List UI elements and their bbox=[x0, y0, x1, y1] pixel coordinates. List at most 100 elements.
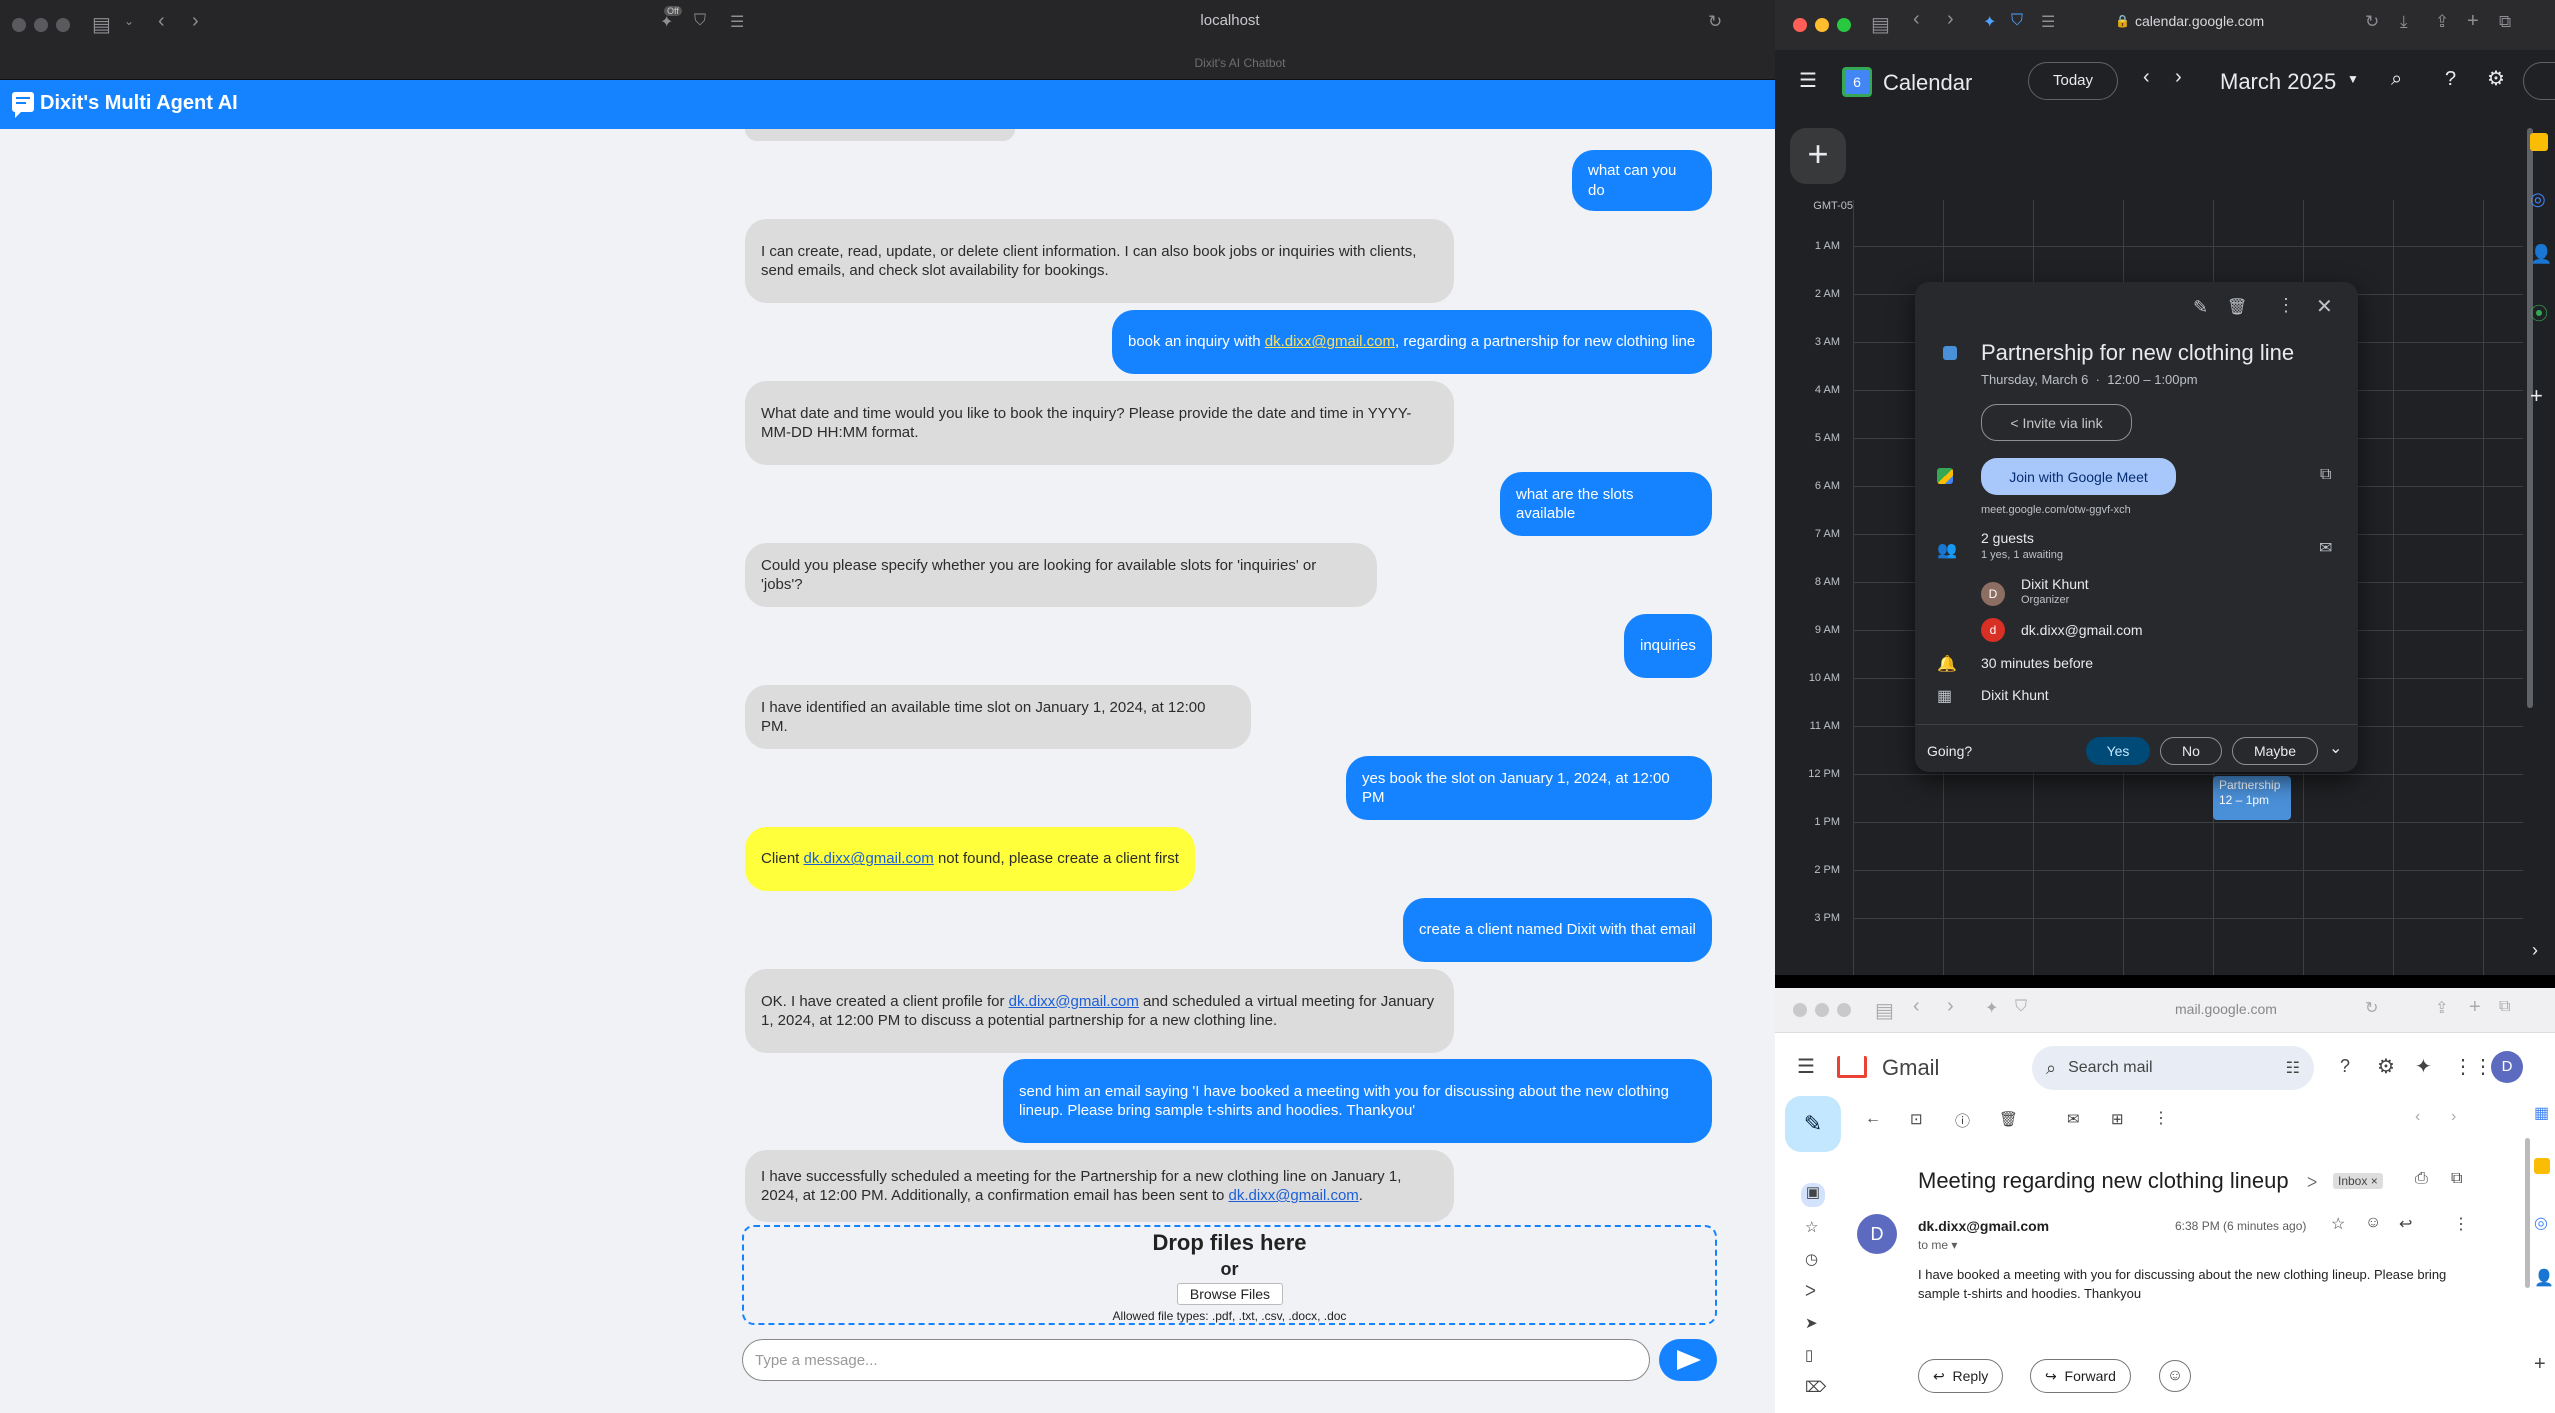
delete-icon[interactable]: 🗑 bbox=[2227, 297, 2247, 317]
rsvp-maybe-button[interactable]: Maybe bbox=[2232, 737, 2318, 765]
add-addon-icon[interactable]: + bbox=[2534, 1353, 2546, 1376]
mark-unread-icon[interactable]: ✉ bbox=[2067, 1110, 2080, 1128]
label-icon[interactable]: ⌦ bbox=[1805, 1378, 1826, 1396]
avatar[interactable]: D bbox=[2491, 1051, 2523, 1083]
forward-icon[interactable]: › bbox=[192, 10, 199, 33]
chat-bubble-bot: Could you please specify whether you are… bbox=[745, 543, 1377, 607]
join-google-meet-button[interactable]: Join with Google Meet bbox=[1981, 458, 2176, 495]
menu-icon[interactable]: ☰ bbox=[1797, 1054, 1815, 1079]
inbox-icon[interactable]: ▣ bbox=[1801, 1183, 1825, 1207]
tabs-overview-icon[interactable]: ⧉ bbox=[2499, 998, 2510, 1016]
expand-panel-icon[interactable]: › bbox=[2532, 940, 2538, 961]
window-close-button[interactable] bbox=[12, 18, 26, 32]
clock-icon[interactable]: ◷ bbox=[1805, 1250, 1818, 1268]
tasks-icon[interactable]: ◎ bbox=[2534, 1213, 2548, 1233]
meet-link[interactable]: meet.google.com/otw-ggvf-xch bbox=[1981, 504, 2131, 516]
message-text: what can you do bbox=[1588, 162, 1677, 199]
rsvp-yes-button[interactable]: Yes bbox=[2086, 737, 2150, 765]
calendar-addon-icon[interactable]: ▦ bbox=[2534, 1103, 2549, 1123]
keep-icon[interactable] bbox=[2534, 1158, 2550, 1174]
window-zoom-button[interactable] bbox=[56, 18, 70, 32]
emoji-react-button[interactable]: ☺ bbox=[2159, 1360, 2191, 1392]
maps-icon[interactable]: ⦿ bbox=[2530, 300, 2548, 326]
shield-icon[interactable]: ⛉ bbox=[2015, 998, 2027, 1016]
tasks-icon[interactable]: ◎ bbox=[2530, 189, 2546, 210]
contacts-icon[interactable]: 👤 bbox=[2534, 1268, 2554, 1288]
add-addon-icon[interactable]: + bbox=[2530, 383, 2543, 409]
window-minimize-button[interactable] bbox=[1815, 1003, 1829, 1017]
gear-icon[interactable]: ⚙ bbox=[2377, 1054, 2395, 1079]
window-zoom-button[interactable] bbox=[1837, 1003, 1851, 1017]
window-close-button[interactable] bbox=[1793, 1003, 1807, 1017]
more-options-icon[interactable]: ⋮ bbox=[2277, 295, 2295, 316]
print-icon[interactable]: ⎙ bbox=[2415, 1170, 2428, 1188]
message-text: yes book the slot on January 1, 2024, at… bbox=[1362, 769, 1670, 807]
forward-button[interactable]: ↪ Forward bbox=[2030, 1359, 2131, 1393]
archive-icon[interactable]: ⊡ bbox=[1910, 1110, 1923, 1128]
reader-icon[interactable]: ☰ bbox=[730, 12, 744, 32]
reply-icon[interactable]: ↩ bbox=[2399, 1214, 2412, 1234]
reload-icon[interactable]: ↻ bbox=[1708, 12, 1722, 32]
keep-icon[interactable] bbox=[2530, 133, 2548, 151]
file-dropzone[interactable]: Drop files here or Browse Files Allowed … bbox=[742, 1225, 1717, 1325]
report-spam-icon[interactable]: ⓘ bbox=[1955, 1110, 1970, 1131]
important-icon[interactable]: ᐳ bbox=[1805, 1282, 1816, 1300]
extension-icon[interactable]: ✦ bbox=[1985, 998, 1998, 1018]
email-link[interactable]: dk.dixx@gmail.com bbox=[1229, 1187, 1359, 1204]
emoji-icon[interactable]: ☺ bbox=[2365, 1214, 2381, 1232]
edit-icon[interactable]: ✎ bbox=[2193, 297, 2208, 318]
star-icon[interactable]: ☆ bbox=[2331, 1214, 2345, 1234]
reload-icon[interactable]: ↻ bbox=[2365, 998, 2378, 1018]
back-icon[interactable]: ‹ bbox=[1913, 995, 1920, 1018]
apps-icon[interactable]: ⋮⋮ bbox=[2453, 1054, 2493, 1079]
star-icon[interactable]: ☆ bbox=[1805, 1218, 1818, 1236]
inbox-label[interactable]: Inbox × bbox=[2333, 1173, 2383, 1189]
reply-button[interactable]: ↩ Reply bbox=[1918, 1359, 2004, 1393]
gemini-icon[interactable]: ✦ bbox=[2415, 1054, 2432, 1079]
forward-icon[interactable]: › bbox=[1947, 995, 1954, 1018]
email-guests-icon[interactable]: ✉ bbox=[2319, 538, 2332, 558]
email-link[interactable]: dk.dixx@gmail.com bbox=[1009, 993, 1139, 1010]
calendar-owner: Dixit Khunt bbox=[1981, 687, 2049, 703]
rsvp-no-button[interactable]: No bbox=[2160, 737, 2222, 765]
email-link[interactable]: dk.dixx@gmail.com bbox=[804, 850, 934, 867]
chevron-down-icon[interactable]: ⌄ bbox=[2329, 738, 2342, 758]
search-input[interactable]: ⌕ Search mail ☷ bbox=[2032, 1046, 2314, 1090]
back-to-inbox-icon[interactable]: ← bbox=[1865, 1110, 1881, 1128]
hour-label: 4 AM bbox=[1814, 384, 1840, 396]
important-marker-icon[interactable]: ᐳ bbox=[2307, 1174, 2317, 1191]
shield-icon[interactable]: ⛉ bbox=[694, 12, 706, 30]
drafts-icon[interactable]: ▯ bbox=[1805, 1346, 1813, 1364]
filter-icon[interactable]: ☷ bbox=[2286, 1058, 2300, 1078]
address-bar[interactable]: mail.google.com bbox=[2175, 1001, 2277, 1017]
recipient[interactable]: to me ▾ bbox=[1918, 1238, 1957, 1252]
prev-email-icon[interactable]: ‹ bbox=[2415, 1108, 2420, 1126]
chevron-down-icon[interactable]: ⌄ bbox=[124, 14, 134, 28]
more-options-icon[interactable]: ⋮ bbox=[2153, 1108, 2169, 1128]
sent-icon[interactable]: ➤ bbox=[1805, 1314, 1818, 1332]
copy-icon[interactable]: ⧉ bbox=[2320, 466, 2331, 484]
chat-bubble-bot: I have successfully scheduled a meeting … bbox=[745, 1150, 1454, 1222]
next-email-icon[interactable]: › bbox=[2451, 1108, 2456, 1126]
sidebar-toggle-icon[interactable]: ▤ bbox=[92, 12, 111, 37]
move-to-icon[interactable]: ⊞ bbox=[2111, 1110, 2124, 1128]
help-icon[interactable]: ? bbox=[2340, 1056, 2350, 1077]
invite-via-link-button[interactable]: < Invite via link bbox=[1981, 404, 2132, 441]
close-icon[interactable]: ✕ bbox=[2316, 294, 2333, 319]
address-bar[interactable]: localhost bbox=[780, 12, 1680, 29]
contacts-icon[interactable]: 👤 bbox=[2530, 244, 2552, 265]
open-new-window-icon[interactable]: ⧉ bbox=[2451, 1170, 2462, 1188]
delete-icon[interactable]: 🗑 bbox=[1999, 1110, 2018, 1128]
browse-files-button[interactable]: Browse Files bbox=[1177, 1283, 1283, 1305]
window-minimize-button[interactable] bbox=[34, 18, 48, 32]
new-tab-icon[interactable]: + bbox=[2469, 996, 2481, 1019]
compose-button[interactable]: ✎ bbox=[1785, 1096, 1841, 1152]
back-icon[interactable]: ‹ bbox=[158, 10, 165, 33]
send-button[interactable] bbox=[1659, 1339, 1717, 1381]
message-input[interactable]: Type a message... bbox=[742, 1339, 1650, 1381]
more-options-icon[interactable]: ⋮ bbox=[2453, 1214, 2469, 1234]
event-chip[interactable]: Partnership 12 – 1pm bbox=[2213, 776, 2291, 820]
share-icon[interactable]: ⇪ bbox=[2435, 998, 2448, 1018]
email-link[interactable]: dk.dixx@gmail.com bbox=[1265, 333, 1395, 350]
sidebar-toggle-icon[interactable]: ▤ bbox=[1875, 998, 1894, 1023]
